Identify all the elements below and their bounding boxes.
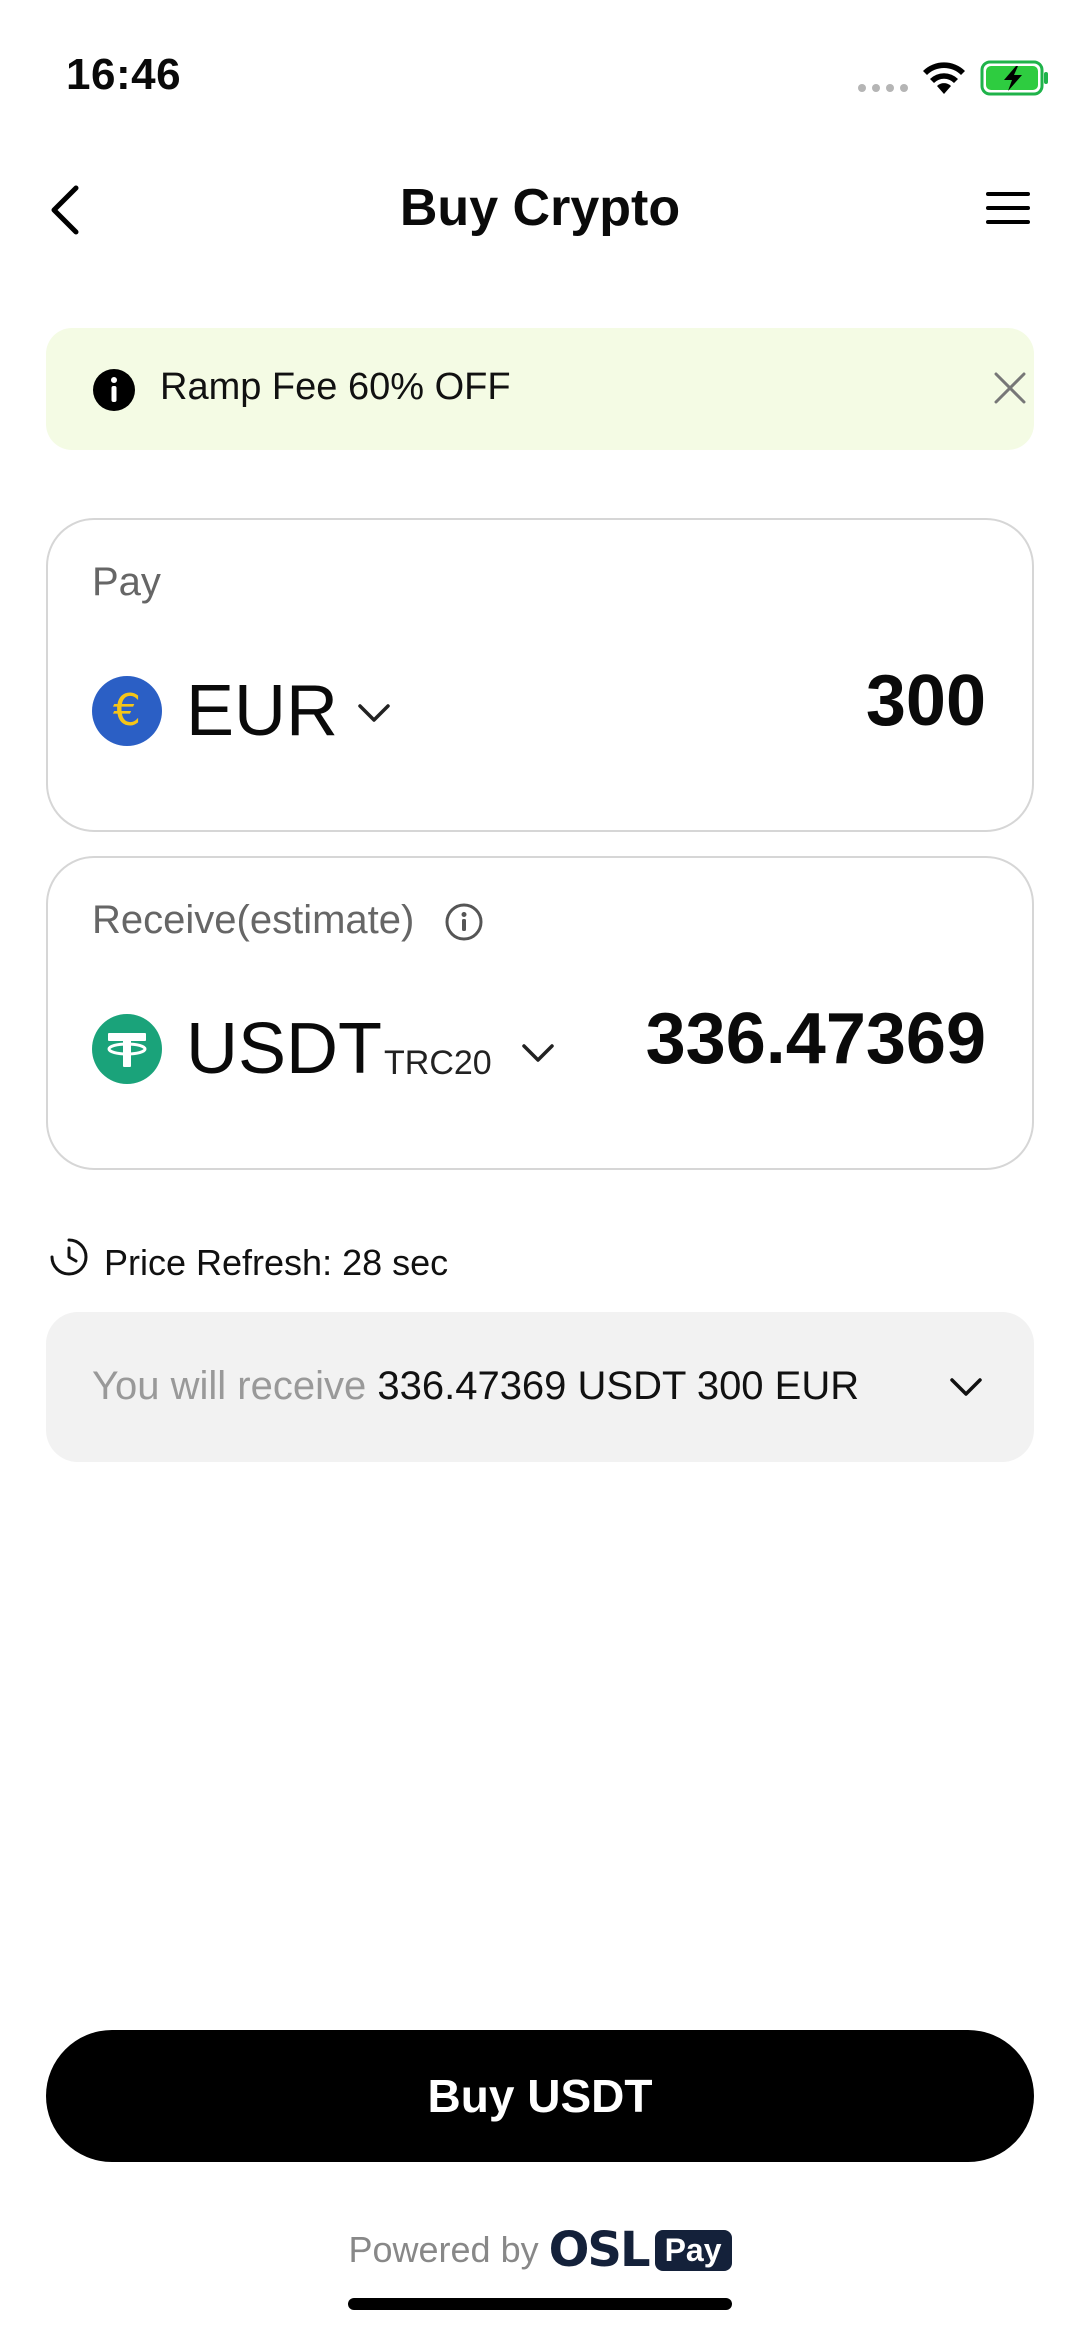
pay-currency-selector[interactable]: EUR	[186, 670, 338, 752]
receive-summary[interactable]: You will receive 336.47369 USDT 300 EUR	[46, 1312, 1034, 1462]
osl-logo-text: OSL	[548, 2222, 651, 2278]
cellular-signal-icon	[858, 84, 908, 92]
svg-text:€: €	[113, 685, 141, 736]
powered-by-text: Powered by	[348, 2229, 539, 2270]
home-indicator[interactable]	[348, 2298, 732, 2310]
tether-coin-icon[interactable]	[92, 1014, 162, 1084]
pay-amount-input[interactable]: 300	[866, 660, 986, 742]
network-label: TRC20	[384, 1044, 492, 1082]
info-icon	[93, 369, 135, 411]
summary-line: You will receive 336.47369 USDT 300 EUR	[92, 1364, 859, 1409]
buy-crypto-screen: 16:46 Buy Crypto Ramp Fee 60% OFF Pay € …	[0, 0, 1080, 2338]
close-icon[interactable]	[990, 368, 1030, 408]
buy-button[interactable]: Buy USDT	[46, 2030, 1034, 2162]
status-bar: 16:46	[0, 0, 1080, 150]
page-title: Buy Crypto	[399, 179, 681, 237]
promo-banner: Ramp Fee 60% OFF	[46, 328, 1034, 450]
receive-label: Receive(estimate)	[92, 898, 415, 942]
chevron-down-icon[interactable]	[946, 1372, 986, 1402]
summary-value: 336.47369 USDT 300 EUR	[377, 1364, 860, 1408]
timer-icon	[50, 1238, 88, 1276]
summary-prefix: You will receive	[92, 1364, 367, 1408]
info-icon[interactable]	[444, 902, 484, 942]
receive-card: Receive(estimate) USDT TRC20 336.47369	[46, 856, 1034, 1170]
chevron-down-icon[interactable]	[354, 698, 394, 728]
status-time: 16:46	[66, 50, 182, 99]
nav-header: Buy Crypto	[0, 150, 1080, 270]
pay-label: Pay	[92, 560, 161, 604]
chevron-down-icon[interactable]	[518, 1038, 558, 1068]
promo-banner-text: Ramp Fee 60% OFF	[160, 366, 511, 408]
powered-by: Powered by OSL Pay	[0, 2220, 1080, 2280]
osl-pay-logo: OSL Pay	[549, 2222, 732, 2278]
price-refresh-text: Price Refresh: 28 sec	[104, 1242, 449, 1283]
receive-currency-selector[interactable]: USDT	[186, 1008, 382, 1090]
battery-charging-icon	[980, 60, 1048, 96]
pay-badge: Pay	[654, 2229, 732, 2271]
wifi-icon	[923, 62, 965, 94]
hamburger-menu-icon[interactable]	[984, 188, 1032, 228]
receive-amount: 336.47369	[645, 999, 986, 1079]
euro-coin-icon[interactable]: €	[92, 676, 162, 746]
pay-card: Pay € EUR 300	[46, 518, 1034, 832]
